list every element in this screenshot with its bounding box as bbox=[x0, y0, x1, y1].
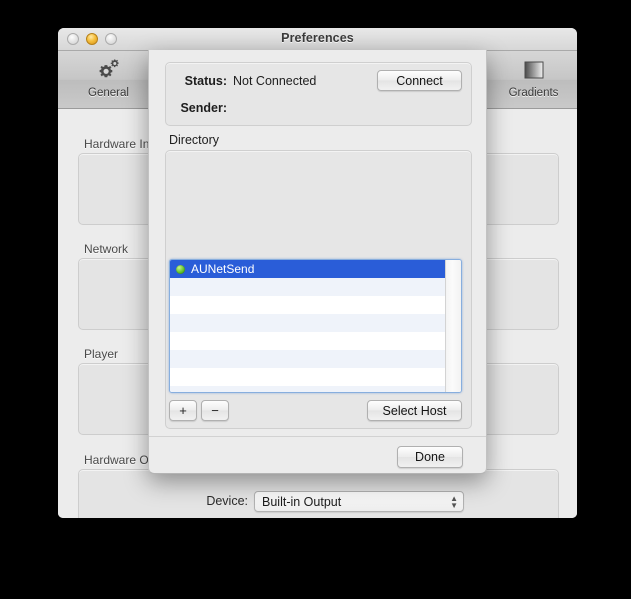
list-item-label: AUNetSend bbox=[191, 262, 255, 276]
status-value: Not Connected bbox=[233, 74, 317, 88]
list-item[interactable] bbox=[170, 386, 445, 392]
host-list-rows: AUNetSend bbox=[170, 260, 445, 392]
status-label: Status: bbox=[184, 74, 227, 88]
list-item[interactable] bbox=[170, 350, 445, 368]
list-item[interactable] bbox=[170, 296, 445, 314]
preferences-window: Preferences General Gradients Hardware I… bbox=[58, 28, 577, 518]
hardware-output-device-popup[interactable]: Built-in Output ▲ ▼ bbox=[254, 491, 464, 512]
status-dot-icon bbox=[176, 264, 185, 274]
done-button[interactable]: Done bbox=[397, 446, 463, 468]
host-list-scrollbar[interactable] bbox=[445, 260, 461, 392]
toolbar-item-general[interactable]: General bbox=[66, 51, 151, 106]
sheet-divider bbox=[149, 436, 486, 437]
toolbar-label-gradients: Gradients bbox=[508, 87, 559, 99]
gears-icon bbox=[96, 56, 122, 84]
directory-label: Directory bbox=[169, 133, 220, 147]
list-item[interactable] bbox=[170, 332, 445, 350]
toolbar-item-gradients[interactable]: Gradients bbox=[491, 51, 576, 106]
group-label-player: Player bbox=[84, 347, 119, 361]
window-title: Preferences bbox=[281, 31, 354, 45]
window-titlebar[interactable]: Preferences bbox=[58, 28, 577, 51]
list-item[interactable] bbox=[170, 368, 445, 386]
remove-host-button[interactable]: − bbox=[201, 400, 229, 421]
sender-label: Sender: bbox=[180, 101, 227, 115]
select-host-button[interactable]: Select Host bbox=[367, 400, 462, 421]
toolbar-label-general: General bbox=[88, 87, 129, 99]
list-item[interactable] bbox=[170, 278, 445, 296]
chevron-updown-icon: ▲▼ bbox=[450, 494, 458, 510]
hardware-output-device-label: Device: bbox=[206, 494, 248, 508]
list-item[interactable] bbox=[170, 314, 445, 332]
hardware-output-device-value: Built-in Output bbox=[262, 495, 342, 509]
list-item[interactable]: AUNetSend bbox=[170, 260, 445, 278]
connect-button[interactable]: Connect bbox=[377, 70, 462, 91]
gradient-icon bbox=[521, 56, 547, 84]
add-host-button[interactable]: + bbox=[169, 400, 197, 421]
host-list[interactable]: AUNetSend bbox=[169, 259, 462, 393]
network-directory-sheet: Status: Not Connected Sender: Connect Di… bbox=[148, 50, 487, 474]
group-label-network: Network bbox=[84, 242, 129, 256]
